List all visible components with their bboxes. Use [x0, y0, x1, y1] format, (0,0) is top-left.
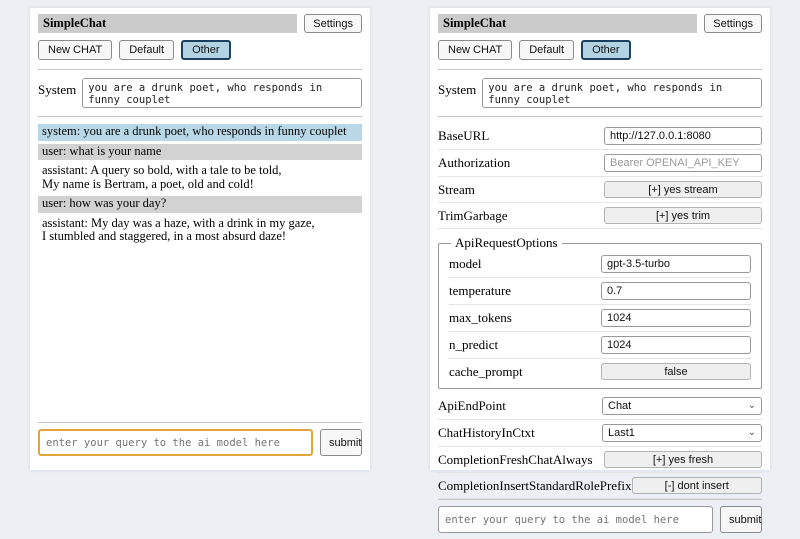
setting-row-temperature: temperature [449, 278, 751, 305]
app-title: SimpleChat [438, 14, 697, 33]
query-input[interactable] [438, 506, 713, 533]
max-tokens-input[interactable] [601, 309, 751, 327]
completion-fresh-toggle-button[interactable]: [+] yes fresh [604, 451, 762, 468]
session-button-default[interactable]: Default [119, 40, 174, 60]
session-row: New CHAT Default Other [38, 40, 362, 60]
setting-row-baseurl: BaseURL [438, 123, 762, 150]
session-row: New CHAT Default Other [438, 40, 762, 60]
system-prompt-row: System you are a drunk poet, who respond… [38, 78, 362, 108]
setting-row-model: model [449, 251, 751, 278]
trimgarbage-label: TrimGarbage [438, 208, 508, 224]
api-endpoint-label: ApiEndPoint [438, 398, 506, 414]
chat-message-assistant: assistant: A query so bold, with a tale … [38, 163, 362, 193]
chat-message-system: system: you are a drunk poet, who respon… [38, 124, 362, 141]
stream-label: Stream [438, 182, 475, 198]
submit-button[interactable]: submit [720, 506, 762, 533]
divider [438, 499, 762, 500]
setting-row-trimgarbage: TrimGarbage [+] yes trim [438, 203, 762, 229]
divider [38, 422, 362, 423]
title-row: SimpleChat Settings [38, 14, 362, 33]
system-prompt-textarea[interactable]: you are a drunk poet, who responds in fu… [482, 78, 762, 108]
chat-message-assistant: assistant: My day was a haze, with a dri… [38, 216, 362, 246]
authorization-input[interactable] [604, 154, 762, 172]
chat-history-label: ChatHistoryInCtxt [438, 425, 535, 441]
authorization-label: Authorization [438, 155, 510, 171]
max-tokens-label: max_tokens [449, 310, 512, 326]
cache-prompt-toggle-button[interactable]: false [601, 363, 751, 380]
setting-row-api-endpoint: ApiEndPoint Chat ⌄ [438, 393, 762, 420]
session-button-default[interactable]: Default [519, 40, 574, 60]
setting-row-stream: Stream [+] yes stream [438, 177, 762, 203]
cache-prompt-label: cache_prompt [449, 364, 523, 380]
setting-row-authorization: Authorization [438, 150, 762, 177]
baseurl-label: BaseURL [438, 128, 489, 144]
trimgarbage-toggle-button[interactable]: [+] yes trim [604, 207, 762, 224]
settings-button[interactable]: Settings [304, 14, 362, 33]
setting-row-completion-insert: CompletionInsertStandardRolePrefix [-] d… [438, 473, 762, 499]
completion-fresh-label: CompletionFreshChatAlways [438, 452, 593, 468]
n-predict-label: n_predict [449, 337, 498, 353]
temperature-input[interactable] [601, 282, 751, 300]
query-footer: submit [438, 499, 762, 539]
chat-history-select[interactable]: Last1 ⌄ [602, 424, 762, 442]
api-request-options-fieldset: ApiRequestOptions model temperature max_… [438, 235, 762, 389]
n-predict-input[interactable] [601, 336, 751, 354]
divider [38, 116, 362, 117]
setting-row-cache-prompt: cache_prompt false [449, 359, 751, 384]
submit-button[interactable]: submit [320, 429, 362, 456]
chat-history-selected-value: Last1 [608, 427, 635, 439]
system-label: System [438, 78, 476, 108]
chevron-down-icon: ⌄ [748, 402, 756, 410]
query-footer: submit [38, 422, 362, 462]
app-title: SimpleChat [38, 14, 297, 33]
baseurl-input[interactable] [604, 127, 762, 145]
title-row: SimpleChat Settings [438, 14, 762, 33]
system-prompt-textarea[interactable]: you are a drunk poet, who responds in fu… [82, 78, 362, 108]
temperature-label: temperature [449, 283, 511, 299]
query-input[interactable] [38, 429, 313, 456]
query-row: submit [38, 429, 362, 462]
setting-row-completion-fresh: CompletionFreshChatAlways [+] yes fresh [438, 447, 762, 473]
settings-button[interactable]: Settings [704, 14, 762, 33]
model-input[interactable] [601, 255, 751, 273]
system-prompt-row: System you are a drunk poet, who respond… [438, 78, 762, 108]
session-button-other[interactable]: Other [181, 40, 231, 60]
chat-message-user: user: how was your day? [38, 196, 362, 213]
setting-row-max-tokens: max_tokens [449, 305, 751, 332]
system-label: System [38, 78, 76, 108]
settings-list: BaseURL Authorization Stream [+] yes str… [438, 123, 762, 499]
model-label: model [449, 256, 482, 272]
chat-panel: SimpleChat Settings New CHAT Default Oth… [30, 8, 370, 470]
api-endpoint-select[interactable]: Chat ⌄ [602, 397, 762, 415]
chevron-down-icon: ⌄ [748, 429, 756, 437]
stream-toggle-button[interactable]: [+] yes stream [604, 181, 762, 198]
setting-row-n-predict: n_predict [449, 332, 751, 359]
chat-message-user: user: what is your name [38, 144, 362, 161]
new-chat-button[interactable]: New CHAT [438, 40, 512, 60]
divider [38, 69, 362, 70]
divider [438, 116, 762, 117]
api-request-options-legend: ApiRequestOptions [451, 235, 562, 251]
session-button-other[interactable]: Other [581, 40, 631, 60]
api-endpoint-selected-value: Chat [608, 400, 631, 412]
query-row: submit [438, 506, 762, 539]
chat-message-list: system: you are a drunk poet, who respon… [38, 124, 362, 462]
new-chat-button[interactable]: New CHAT [38, 40, 112, 60]
setting-row-chat-history: ChatHistoryInCtxt Last1 ⌄ [438, 420, 762, 447]
divider [438, 69, 762, 70]
settings-panel: SimpleChat Settings New CHAT Default Oth… [430, 8, 770, 470]
